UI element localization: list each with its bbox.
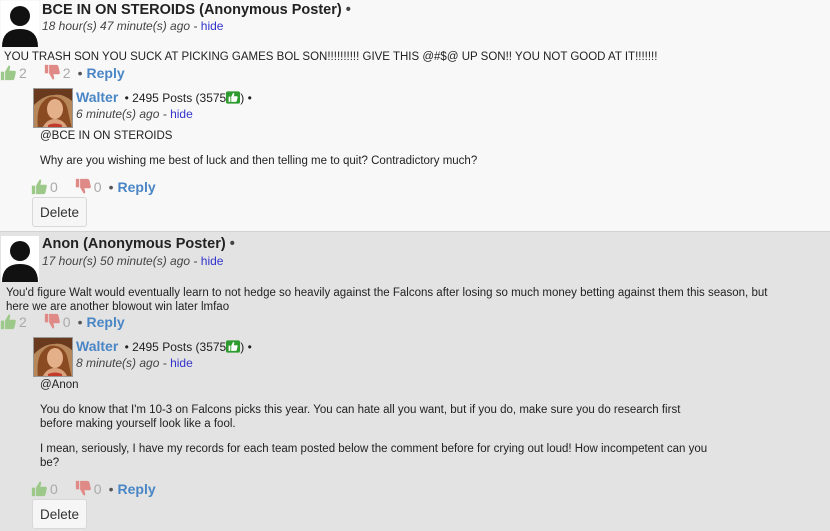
upvote-count: 0 <box>50 480 58 497</box>
thumbs-down-icon[interactable] <box>75 178 92 195</box>
downvote-count: 2 <box>62 64 71 81</box>
comment-author[interactable]: Anon <box>42 236 79 252</box>
comment-header: Anon (Anonymous Poster) • <box>42 236 235 252</box>
upvote-count: 2 <box>19 64 27 81</box>
comment-body: YOU TRASH SON YOU SUCK AT PICKING GAMES … <box>4 51 658 63</box>
comment-thread-1: BCE IN ON STEROIDS (Anonymous Poster) • … <box>0 0 830 231</box>
reply-author[interactable]: Walter <box>76 89 118 105</box>
reply-line: be? <box>40 457 60 469</box>
comment-body: You'd figure Walt would eventually learn… <box>6 286 767 314</box>
hide-link[interactable]: hide <box>170 356 193 370</box>
upvote-count: 0 <box>50 178 58 195</box>
downvote-count: 0 <box>93 480 102 497</box>
thumbs-up-score-icon <box>226 91 240 104</box>
reply-link[interactable]: Reply <box>87 314 125 330</box>
reply-meta: 8 minute(s) ago - hide <box>76 356 193 370</box>
reply-header: Walter • 2495 Posts (3575 ) • <box>76 338 252 354</box>
comment-timestamp: 17 hour(s) 50 minute(s) ago <box>42 254 191 268</box>
poster-tag: (Anonymous Poster) <box>83 236 226 252</box>
thumbs-up-icon[interactable] <box>0 64 17 81</box>
vote-bar: 2 0 • Reply <box>0 313 125 330</box>
comment-thread-2: Anon (Anonymous Poster) • 17 hour(s) 50 … <box>0 231 830 531</box>
reply-line: before making yourself look like a fool. <box>40 418 236 430</box>
author-stats: • 2495 Posts (3575 <box>124 340 227 354</box>
comment-author[interactable]: BCE IN ON STEROIDS <box>42 2 195 18</box>
reply-header: Walter • 2495 Posts (3575 ) • <box>76 89 252 105</box>
hide-link[interactable]: hide <box>201 19 224 33</box>
thumbs-down-icon[interactable] <box>44 313 61 330</box>
reply-timestamp: 8 minute(s) ago <box>76 356 160 370</box>
thumbs-down-icon[interactable] <box>44 64 61 81</box>
delete-button[interactable]: Delete <box>32 197 88 227</box>
thumbs-up-icon[interactable] <box>0 313 17 330</box>
hide-link[interactable]: hide <box>201 254 224 268</box>
reply-paragraph: I mean, seriously, I have my records for… <box>40 442 707 470</box>
downvote-count: 0 <box>62 313 71 330</box>
reply-link[interactable]: Reply <box>118 179 156 195</box>
reply-link[interactable]: Reply <box>118 481 156 497</box>
reply-author[interactable]: Walter <box>76 338 118 354</box>
hide-link[interactable]: hide <box>170 107 193 121</box>
anonymous-avatar <box>1 236 39 282</box>
thumbs-down-icon[interactable] <box>75 480 92 497</box>
reply-bullet: • <box>77 313 83 330</box>
author-stats-end: ) • <box>240 340 252 354</box>
author-stats: • 2495 Posts (3575 <box>124 91 227 105</box>
reply-mention: @BCE IN ON STEROIDS <box>40 130 173 142</box>
reply-bullet: • <box>108 178 114 195</box>
vote-bar: 0 0 • Reply <box>31 480 156 497</box>
thumbs-up-icon[interactable] <box>31 480 48 497</box>
comment-body-line: here we are another blowout win later lm… <box>6 301 230 313</box>
walter-avatar[interactable] <box>33 88 73 128</box>
upvote-count: 2 <box>19 313 27 330</box>
reply-line: You do know that I'm 10-3 on Falcons pic… <box>40 404 681 416</box>
comment-timestamp: 18 hour(s) 47 minute(s) ago <box>42 19 191 33</box>
meta-separator: - <box>162 356 167 370</box>
poster-tag: (Anonymous Poster) <box>199 2 342 18</box>
reply-bullet: • <box>77 64 83 81</box>
downvote-count: 0 <box>93 178 102 195</box>
comment-meta: 18 hour(s) 47 minute(s) ago - hide <box>42 19 223 33</box>
reply-bullet: • <box>108 480 114 497</box>
author-stats-end: ) • <box>240 91 252 105</box>
reply-paragraph: You do know that I'm 10-3 on Falcons pic… <box>40 403 680 431</box>
thumbs-up-icon[interactable] <box>31 178 48 195</box>
meta-separator: - <box>162 107 167 121</box>
bullet: • <box>345 2 351 18</box>
thumbs-up-score-icon <box>226 340 240 353</box>
comment-body-line: You'd figure Walt would eventually learn… <box>6 287 768 299</box>
meta-separator: - <box>193 254 198 268</box>
reply-link[interactable]: Reply <box>87 65 125 81</box>
comment-header: BCE IN ON STEROIDS (Anonymous Poster) • <box>42 2 351 18</box>
comment-meta: 17 hour(s) 50 minute(s) ago - hide <box>42 254 223 268</box>
anonymous-avatar <box>1 1 39 47</box>
meta-separator: - <box>193 19 198 33</box>
reply-mention: @Anon <box>40 379 79 391</box>
reply-timestamp: 6 minute(s) ago <box>76 107 160 121</box>
vote-bar: 2 2 • Reply <box>0 64 125 81</box>
reply-line: I mean, seriously, I have my records for… <box>40 443 708 455</box>
reply-meta: 6 minute(s) ago - hide <box>76 107 193 121</box>
vote-bar: 0 0 • Reply <box>31 178 156 195</box>
reply-body: Why are you wishing me best of luck and … <box>40 155 478 167</box>
delete-button[interactable]: Delete <box>32 499 88 529</box>
bullet: • <box>229 236 235 252</box>
walter-avatar[interactable] <box>33 337 73 377</box>
